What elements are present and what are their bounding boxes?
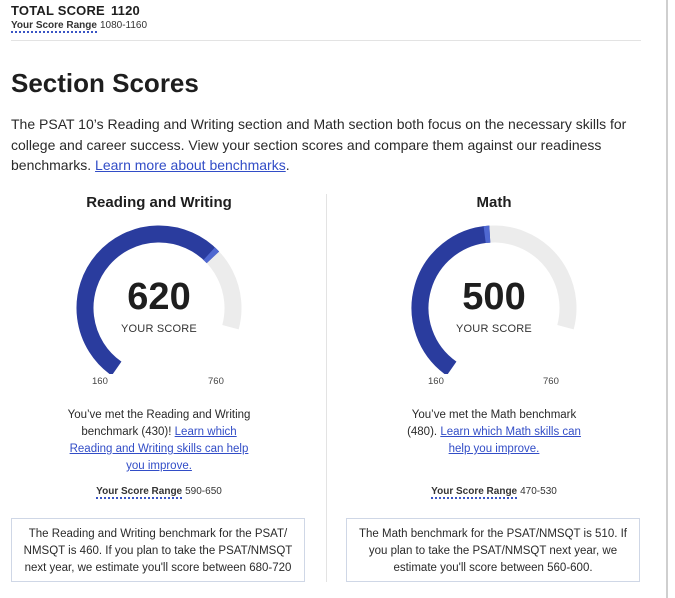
score-range-tooltip-link[interactable]: Your Score Range	[431, 486, 518, 499]
benchmark-note-box: The Math benchmark for the PSAT/NMSQT is…	[346, 518, 640, 582]
gauge-min-label: 160	[92, 376, 108, 387]
section-score-range: Your Score Range 470-530	[344, 486, 644, 499]
window-right-border	[666, 0, 668, 598]
gauge-score-marker	[203, 247, 220, 264]
benchmark-message: You’ve met the Reading and Writing bench…	[64, 407, 254, 475]
total-score: TOTAL SCORE 1120	[11, 3, 140, 18]
gauge-max-label: 760	[208, 376, 224, 387]
score-label: YOUR SCORE	[121, 323, 197, 335]
section-title: Reading and Writing	[86, 194, 232, 211]
total-range-value: 1080-1160	[99, 20, 148, 31]
benchmarks-link[interactable]: Learn more about benchmarks	[95, 157, 286, 173]
intro-text: The PSAT 10’s Reading and Writing sectio…	[11, 114, 651, 176]
page-title: Section Scores	[11, 68, 199, 98]
benchmark-message: You’ve met the Math benchmark (480). Lea…	[399, 407, 589, 458]
section-title: Math	[476, 194, 512, 211]
score-value: 620	[127, 276, 191, 318]
header-divider	[11, 40, 641, 41]
total-score-value: 1120	[110, 3, 140, 18]
score-value: 500	[462, 276, 526, 318]
column-divider	[326, 194, 327, 582]
skills-link[interactable]: Learn which Math skills can help you imp…	[440, 426, 581, 455]
score-range-value: 470-530	[520, 486, 557, 497]
score-label: YOUR SCORE	[456, 323, 532, 335]
section-score-range: Your Score Range 590-650	[9, 486, 309, 499]
total-score-label: TOTAL SCORE	[11, 3, 105, 18]
score-range-tooltip-link[interactable]: Your Score Range	[96, 486, 183, 499]
total-range-tooltip-link[interactable]: Your Score Range	[11, 20, 97, 33]
total-score-range: Your Score Range 1080-1160	[11, 20, 148, 33]
benchmark-note-box: The Reading and Writing benchmark for th…	[11, 518, 305, 582]
gauge-max-label: 760	[543, 376, 559, 387]
intro-end: .	[285, 157, 290, 173]
score-range-value: 590-650	[185, 486, 222, 497]
gauge-min-label: 160	[428, 376, 444, 387]
